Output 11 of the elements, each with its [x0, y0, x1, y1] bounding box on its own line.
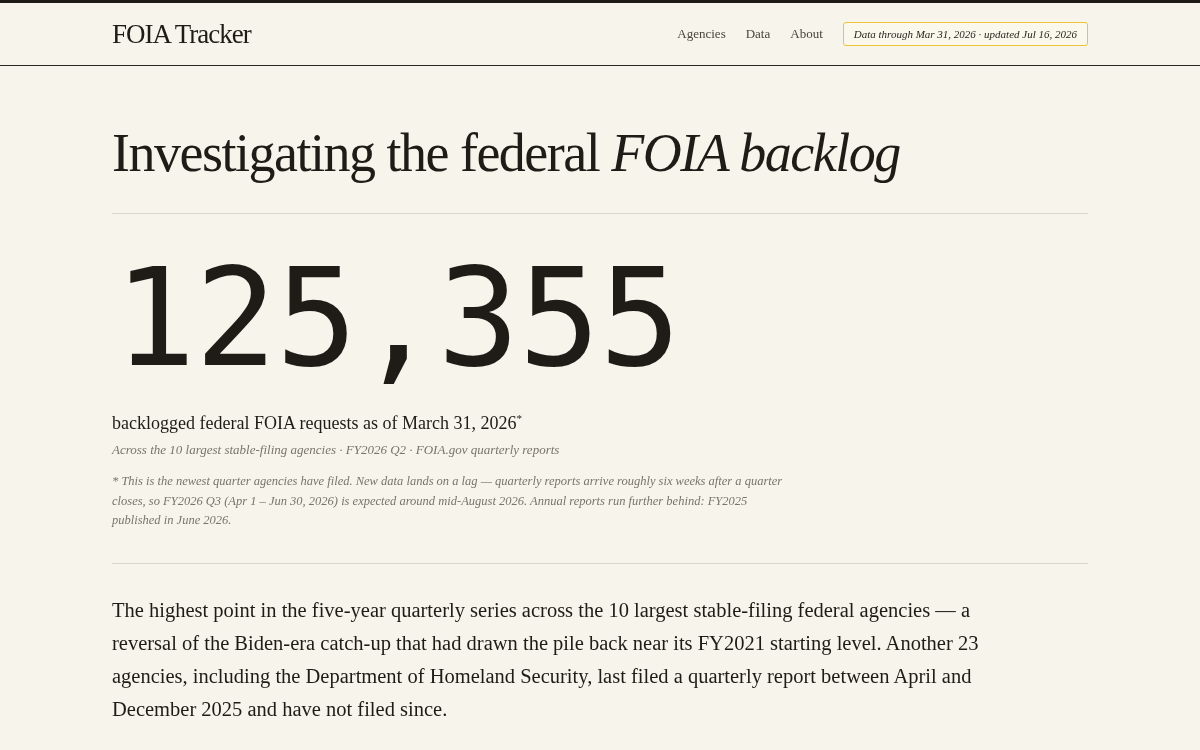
summary-paragraph: The highest point in the five-year quarterly series across the 10 largest stable-filing federal agencies — a reversal of the Biden-era catch-up that had drawn the pile back near its FY2021 starting level. Another 23 agencies, including the Department of Homeland Security, last filed a quarterly report between April and December 2025 and have not filed since. [112, 597, 980, 722]
page-title: Investigating the federal FOIA backlog [112, 124, 901, 184]
footnote: * This is the newest quarter agencies have filed. New data lands on a lag — quarterly reports arrive roughly six weeks after a quarter closes, so FY2026 Q3 (Apr 1 – Jun 30, 2026) is expected around mid-August 2026. Annual reports run further behind: FY2025 published in June 2026. [112, 473, 784, 530]
source-note: Across the 10 largest stable-filing agencies · FY2026 Q2 · FOIA.gov quarterly reports [112, 442, 561, 459]
nav-link[interactable]: Agencies [677, 26, 726, 42]
nav-link[interactable]: About [790, 26, 823, 42]
nav-link[interactable]: Data [745, 26, 771, 42]
backlog-count: 125,355 [114, 250, 681, 387]
data-date-badge: Data through Mar 31, 2026 · updated Jul 16, 2026 [842, 22, 1088, 46]
site-logo[interactable]: FOIA Tracker [112, 18, 251, 50]
count-caption: backlogged federal FOIA requests as of March 31, 2026$^{*}$ [112, 412, 523, 435]
